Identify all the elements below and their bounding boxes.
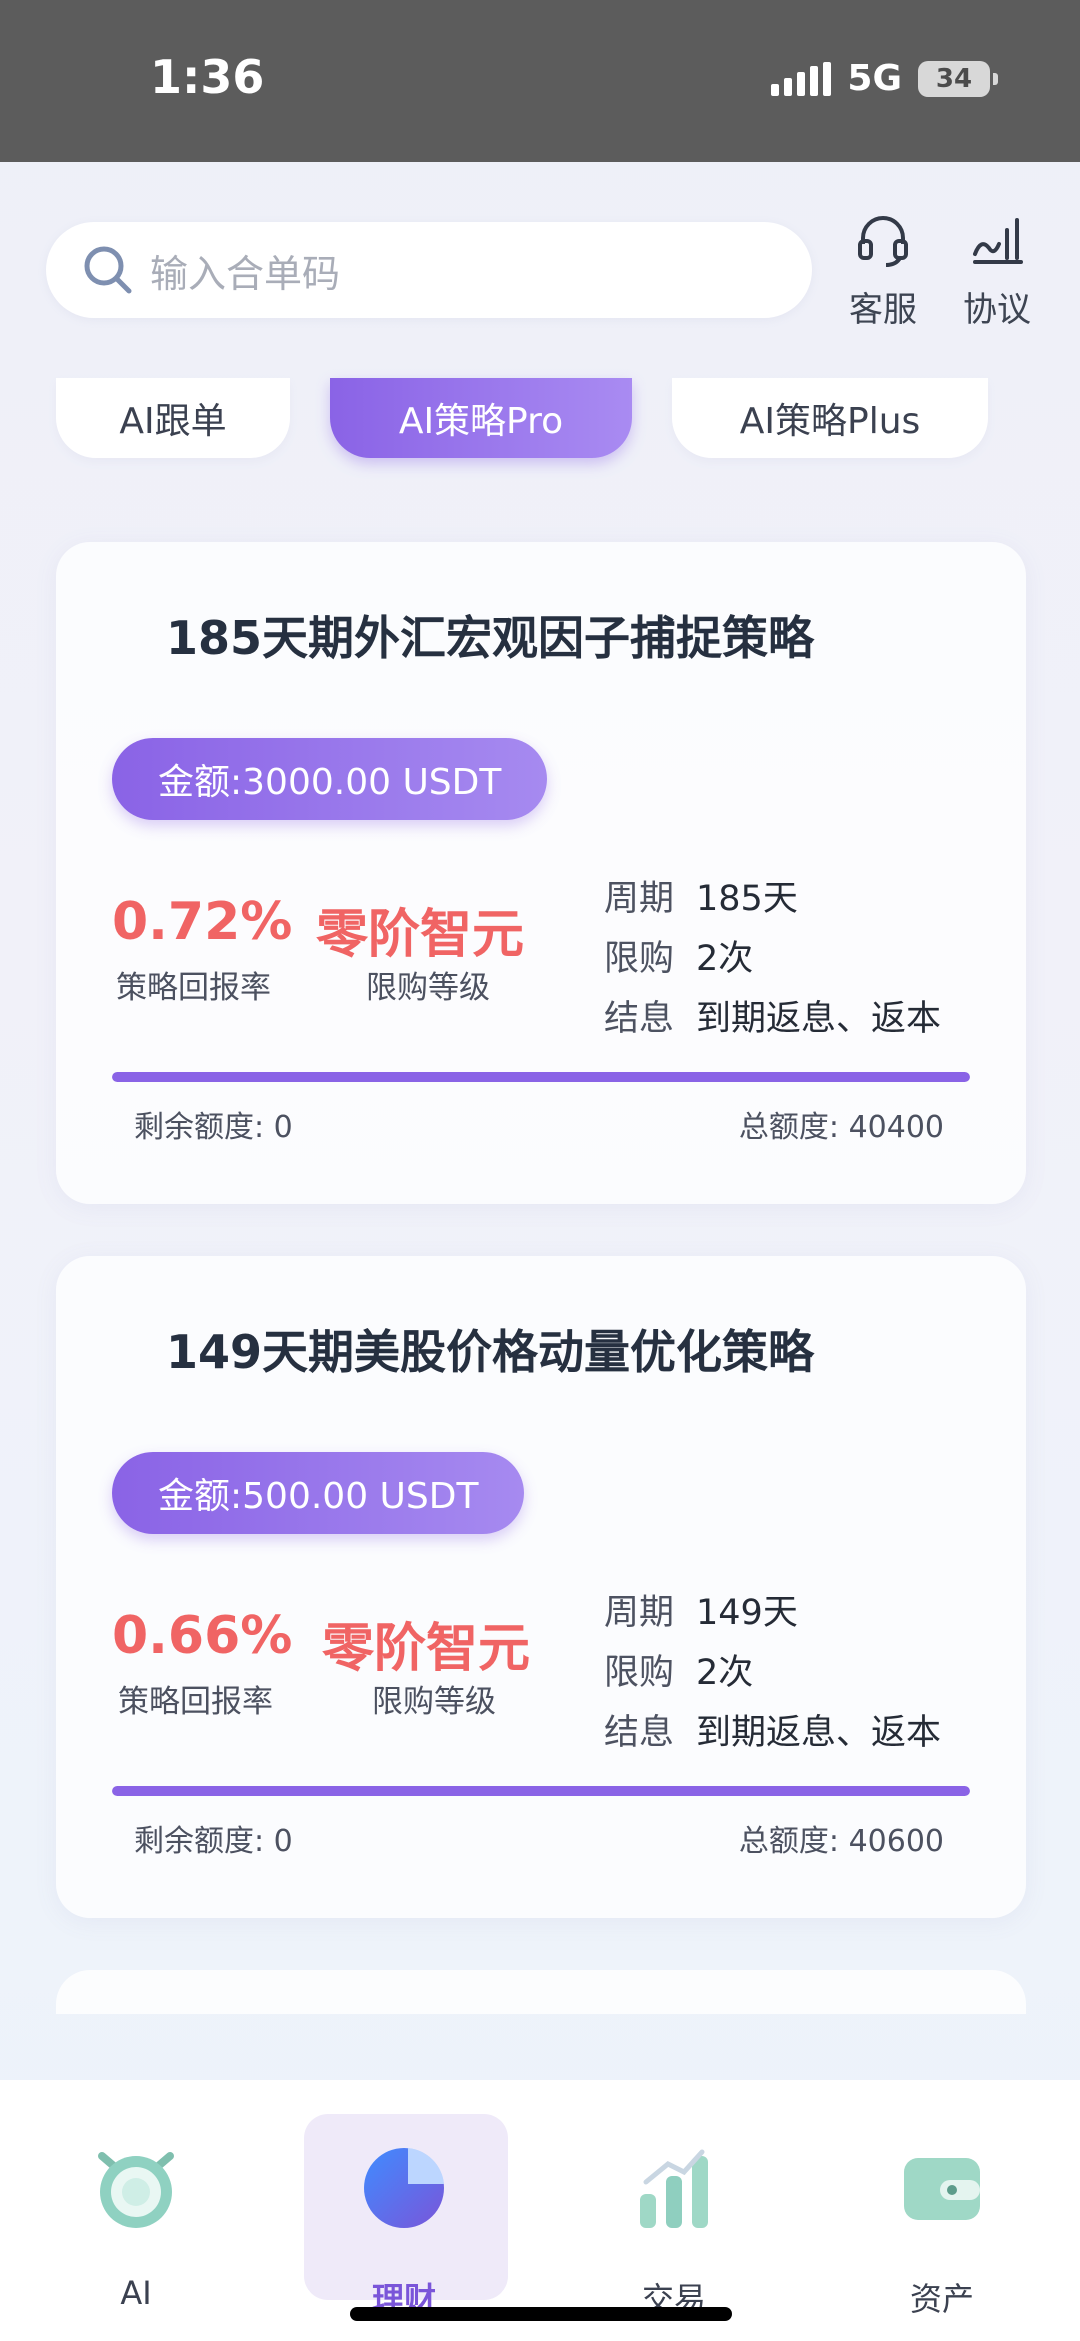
status-bar: 1:36 5G 34 — [0, 0, 1080, 162]
tab-ai-strategy-plus[interactable]: AI策略Plus — [672, 378, 988, 458]
return-rate-label: 策略回报率 — [118, 1684, 273, 1720]
signal-icon — [771, 61, 832, 96]
period-key: 周期 — [604, 879, 675, 919]
search-placeholder: 输入合单码 — [150, 251, 341, 296]
ai-robot-icon — [98, 2152, 174, 2228]
wallet-icon — [904, 2158, 980, 2220]
remaining-quota: 剩余额度: 0 — [134, 1824, 293, 1859]
strategy-title: 149天期美股价格动量优化策略 — [166, 1325, 815, 1379]
limit-value: 2次 — [696, 1653, 754, 1693]
bottom-nav: AI 理财 交易 资产 — [0, 2080, 1080, 2341]
purchase-level-label: 限购等级 — [366, 970, 490, 1006]
nav-ai[interactable]: AI — [36, 2080, 236, 2312]
amount-badge: 金额:3000.00 USDT — [112, 738, 548, 820]
agreement-icon — [973, 218, 1023, 264]
customer-service-button[interactable]: 客服 — [838, 210, 928, 331]
agreement-button[interactable]: 协议 — [952, 210, 1042, 331]
headset-icon — [858, 216, 908, 267]
remaining-quota: 剩余额度: 0 — [134, 1110, 293, 1145]
nav-finance[interactable]: 理财 — [304, 2080, 508, 2318]
settlement-key: 结息 — [604, 1713, 675, 1753]
purchase-level-label: 限购等级 — [372, 1684, 496, 1720]
strategy-title: 185天期外汇宏观因子捕捉策略 — [166, 611, 815, 665]
settlement-key: 结息 — [604, 999, 675, 1039]
nav-assets[interactable]: 资产 — [842, 2080, 1042, 2318]
return-rate: 0.66% — [112, 1606, 293, 1666]
network-label: 5G — [847, 58, 902, 99]
strategy-card[interactable]: 149天期美股价格动量优化策略 金额:500.00 USDT 0.66% 策略回… — [56, 1256, 1026, 1918]
search-icon — [84, 246, 132, 294]
period-row: 周期 185天 — [604, 870, 798, 921]
total-quota: 总额度: 40400 — [738, 1110, 944, 1145]
customer-service-label: 客服 — [849, 290, 917, 330]
period-value: 149天 — [696, 1593, 798, 1633]
nav-trade[interactable]: 交易 — [574, 2080, 774, 2318]
strategy-card[interactable]: 185天期外汇宏观因子捕捉策略 金额:3000.00 USDT 0.72% 策略… — [56, 542, 1026, 1204]
agreement-label: 协议 — [963, 290, 1031, 330]
limit-row: 限购 2次 — [604, 1644, 753, 1695]
home-indicator — [350, 2307, 732, 2321]
quota-progress-bar — [112, 1786, 970, 1796]
bar-chart-icon — [640, 2149, 708, 2228]
status-indicators: 5G 34 — [771, 58, 998, 99]
limit-value: 2次 — [696, 939, 754, 979]
tab-ai-copy-trade[interactable]: AI跟单 — [56, 378, 290, 458]
search-input[interactable]: 输入合单码 — [46, 222, 812, 318]
tab-ai-strategy-pro[interactable]: AI策略Pro — [330, 378, 632, 458]
purchase-level: 零阶智元 — [322, 1619, 531, 1679]
pie-chart-icon — [364, 2148, 444, 2228]
return-rate-label: 策略回报率 — [116, 970, 271, 1006]
settlement-value: 到期返息、返本 — [696, 1713, 942, 1753]
amount-badge: 金额:500.00 USDT — [112, 1452, 525, 1534]
settlement-row: 结息 到期返息、返本 — [604, 1704, 941, 1755]
nav-ai-label: AI — [120, 2274, 152, 2312]
total-quota: 总额度: 40600 — [738, 1824, 944, 1859]
quota-progress-fill — [112, 1786, 970, 1796]
period-value: 185天 — [696, 879, 798, 919]
limit-key: 限购 — [604, 1653, 675, 1693]
status-time: 1:36 — [150, 50, 265, 104]
quota-progress-fill — [112, 1072, 970, 1082]
return-rate: 0.72% — [112, 892, 293, 952]
battery-icon: 34 — [918, 60, 998, 97]
purchase-level: 零阶智元 — [316, 905, 525, 965]
quota-progress-bar — [112, 1072, 970, 1082]
period-key: 周期 — [604, 1593, 675, 1633]
nav-assets-label: 资产 — [909, 2280, 974, 2318]
settlement-value: 到期返息、返本 — [696, 999, 942, 1039]
limit-key: 限购 — [604, 939, 675, 979]
settlement-row: 结息 到期返息、返本 — [604, 990, 941, 1041]
limit-row: 限购 2次 — [604, 930, 753, 981]
strategy-card-partial[interactable] — [56, 1970, 1026, 2014]
battery-level: 34 — [935, 63, 973, 94]
period-row: 周期 149天 — [604, 1584, 798, 1635]
